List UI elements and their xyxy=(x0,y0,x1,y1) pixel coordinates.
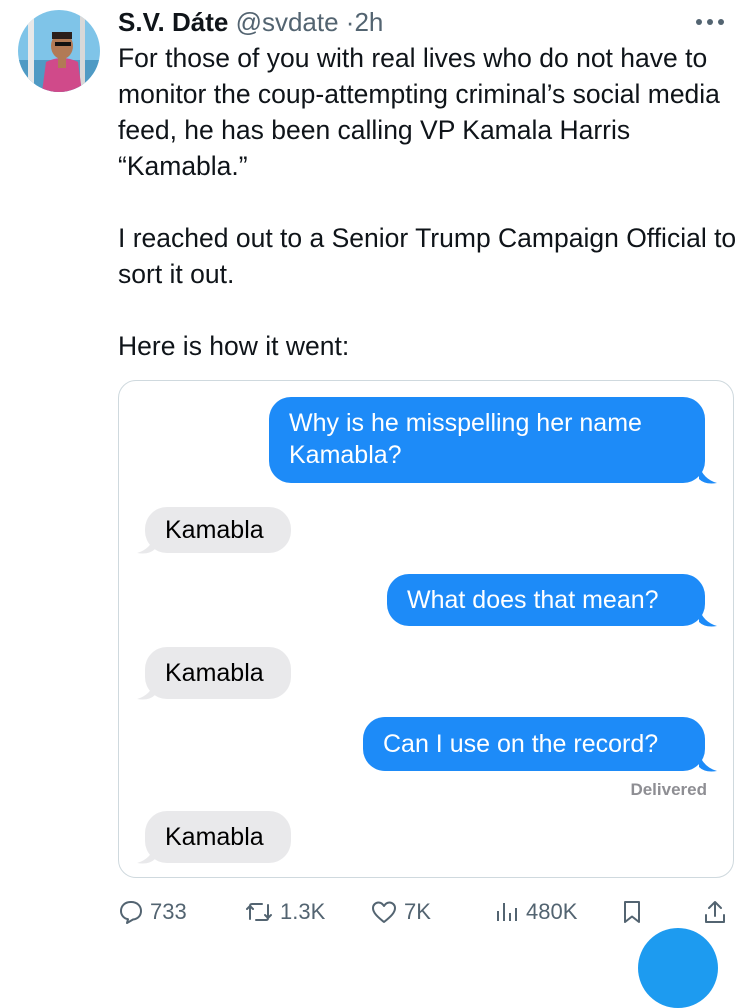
tweet-paragraph: Here is how it went: xyxy=(118,331,350,361)
more-icon[interactable] xyxy=(690,6,730,34)
bubble-tail xyxy=(137,535,155,554)
sent-message: Can I use on the record? xyxy=(363,717,705,771)
views-button[interactable]: 480K xyxy=(494,892,577,932)
timestamp[interactable]: 2h xyxy=(354,7,383,37)
retweet-icon xyxy=(246,903,272,921)
received-message: Kamabla xyxy=(145,811,291,863)
tweet-actions: 733 1.3K 7K 480K xyxy=(0,892,750,932)
avatar[interactable] xyxy=(18,10,100,92)
message-text: Why is he misspelling her name Kamabla? xyxy=(289,409,642,469)
bubble-tail xyxy=(699,465,717,484)
like-button[interactable]: 7K xyxy=(370,892,431,932)
retweet-button[interactable]: 1.3K xyxy=(244,892,325,932)
like-count: 7K xyxy=(404,899,431,924)
message-text: Can I use on the record? xyxy=(383,730,659,758)
bookmark-button[interactable] xyxy=(620,892,644,932)
reply-button[interactable]: 733 xyxy=(118,892,187,932)
message-screenshot[interactable]: Why is he misspelling her name Kamabla? … xyxy=(118,380,734,878)
reply-count: 733 xyxy=(150,899,187,924)
message-text: Kamabla xyxy=(165,823,264,851)
message-text: Kamabla xyxy=(165,516,264,544)
received-message: Kamabla xyxy=(145,647,291,699)
author-name[interactable]: S.V. Dáte xyxy=(118,7,228,37)
share-button[interactable] xyxy=(702,892,728,932)
message-text: What does that mean? xyxy=(407,586,659,614)
bubble-tail xyxy=(137,845,155,864)
bookmark-icon xyxy=(624,901,640,923)
reply-icon xyxy=(120,901,142,924)
sent-message: What does that mean? xyxy=(387,574,705,626)
tweet-paragraph: For those of you with real lives who do … xyxy=(118,43,720,181)
delivered-status: Delivered xyxy=(630,780,707,799)
compose-button[interactable] xyxy=(638,928,718,1008)
tweet-text: For those of you with real lives who do … xyxy=(118,40,738,364)
like-icon xyxy=(372,901,396,923)
bubble-tail xyxy=(699,753,717,772)
bubble-tail xyxy=(699,608,717,627)
tweet-paragraph: I reached out to a Senior Trump Campaign… xyxy=(118,223,737,289)
retweet-count: 1.3K xyxy=(280,899,326,924)
bubble-tail xyxy=(137,681,155,700)
received-message: Kamabla xyxy=(145,507,291,553)
views-icon xyxy=(497,903,517,921)
views-count: 480K xyxy=(526,899,578,924)
author-handle[interactable]: @svdate xyxy=(236,7,339,37)
message-text: Kamabla xyxy=(165,659,264,687)
tweet-header: S.V. Dáte @svdate ·2h xyxy=(118,6,383,38)
sent-message: Why is he misspelling her name Kamabla? xyxy=(269,397,705,483)
share-icon xyxy=(705,901,725,923)
